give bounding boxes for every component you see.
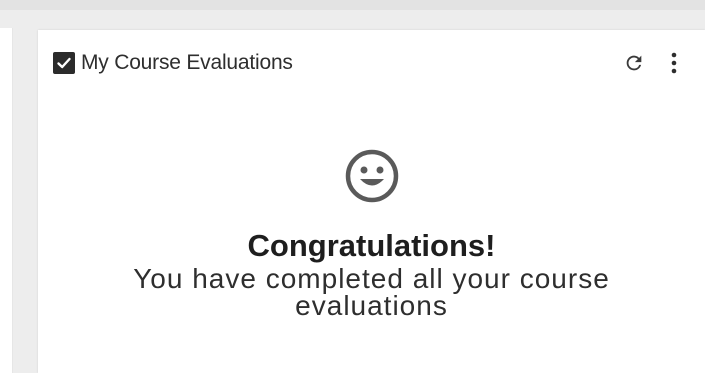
top-bar — [0, 0, 705, 10]
checkmark-icon — [57, 57, 71, 69]
widget-header: My Course Evaluations — [53, 50, 293, 76]
course-evaluations-widget: My Course Evaluations Congratulations! Y… — [38, 30, 705, 373]
congratulations-heading: Congratulations! — [247, 228, 496, 263]
smiley-face-icon — [345, 149, 398, 203]
refresh-icon — [626, 55, 642, 71]
widget-title: My Course Evaluations — [81, 51, 293, 74]
completion-message: You have completed all your course evalu… — [133, 263, 610, 321]
widget-checkbox[interactable] — [53, 52, 75, 74]
widget-actions — [621, 50, 687, 76]
more-vertical-icon — [671, 52, 677, 74]
refresh-button[interactable] — [621, 50, 647, 76]
more-options-button[interactable] — [661, 50, 687, 76]
empty-state: Congratulations! You have completed all … — [38, 148, 705, 321]
left-panel — [0, 28, 13, 373]
